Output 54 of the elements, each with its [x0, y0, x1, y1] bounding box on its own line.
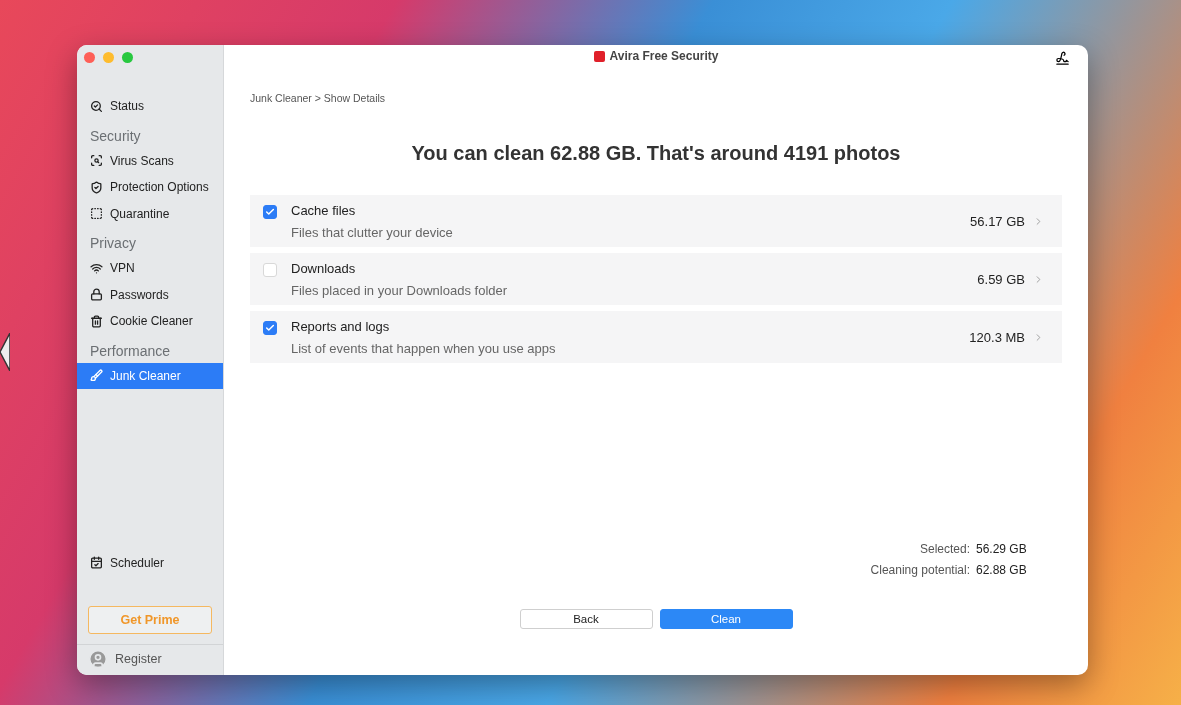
lock-icon — [90, 288, 103, 301]
wifi-icon — [90, 261, 103, 275]
category-row[interactable]: Downloads Files placed in your Downloads folder 6.59 GB — [250, 253, 1062, 305]
category-name: Reports and logs — [291, 318, 391, 334]
summary-value: 56.29 GB — [976, 542, 1028, 556]
category-description: List of events that happen when you use apps — [291, 340, 557, 356]
sidebar-item[interactable]: VPN — [77, 255, 223, 281]
minimize-button[interactable] — [103, 52, 114, 63]
shield-icon — [90, 180, 103, 194]
window-title: Avira Free Security — [609, 49, 719, 63]
calendar-icon — [90, 556, 103, 569]
sidebar-item[interactable]: Protection Options — [77, 174, 223, 200]
sidebar-item[interactable]: Passwords — [77, 281, 223, 308]
category-size: 6.59 GB — [977, 271, 1025, 287]
box-icon — [90, 207, 103, 220]
category-description: Files placed in your Downloads folder — [291, 282, 509, 298]
clean-button[interactable]: Clean — [659, 609, 793, 629]
summary-value: 62.88 GB — [976, 563, 1028, 577]
back-button[interactable]: Back — [519, 609, 653, 629]
sidebar-item[interactable]: Scheduler — [77, 549, 223, 576]
sidebar-item[interactable]: Cookie Cleaner — [77, 308, 223, 334]
zoom-button[interactable] — [122, 52, 133, 63]
sidebar-item[interactable]: Quarantine — [77, 200, 223, 227]
sidebar-section-label: Security — [89, 126, 142, 146]
category-name: Cache files — [291, 202, 357, 218]
search-icon — [90, 99, 103, 113]
headline: You can clean 62.88 GB. That's around 4191 photos — [410, 142, 902, 165]
register-button[interactable]: Register — [77, 644, 223, 675]
category-row[interactable]: Cache files Files that clutter your device 56.17 GB — [250, 195, 1062, 247]
sidebar-item[interactable]: Virus Scans — [77, 147, 223, 174]
trash-icon — [90, 314, 103, 328]
category-size: 56.17 GB — [970, 213, 1025, 229]
category-description: Files that clutter your device — [291, 224, 454, 240]
summary-label: Selected: — [918, 542, 970, 556]
sidebar-section-label: Performance — [89, 341, 172, 361]
summary-label: Cleaning potential: — [870, 563, 970, 577]
user-avatar-icon — [88, 649, 108, 669]
scan-icon — [90, 154, 103, 167]
close-button[interactable] — [84, 52, 95, 63]
category-row[interactable]: Reports and logs List of events that happen when you use apps 120.3 MB — [250, 311, 1062, 363]
category-size: 120.3 MB — [969, 329, 1025, 345]
check-icon — [265, 207, 275, 217]
sidebar-item[interactable]: Status — [77, 93, 223, 119]
triangle-icon — [0, 333, 10, 371]
brush-icon — [90, 369, 103, 382]
checkbox[interactable] — [263, 205, 277, 219]
check-icon — [265, 323, 275, 333]
category-name: Downloads — [291, 260, 357, 276]
signature-icon[interactable] — [1055, 51, 1070, 66]
logo-icon — [593, 50, 605, 62]
sidebar-section-label: Privacy — [89, 234, 137, 253]
checkbox[interactable] — [263, 321, 277, 335]
sidebar-item[interactable]: Junk Cleaner — [77, 362, 223, 389]
breadcrumb: Junk Cleaner > Show Details — [250, 92, 387, 104]
